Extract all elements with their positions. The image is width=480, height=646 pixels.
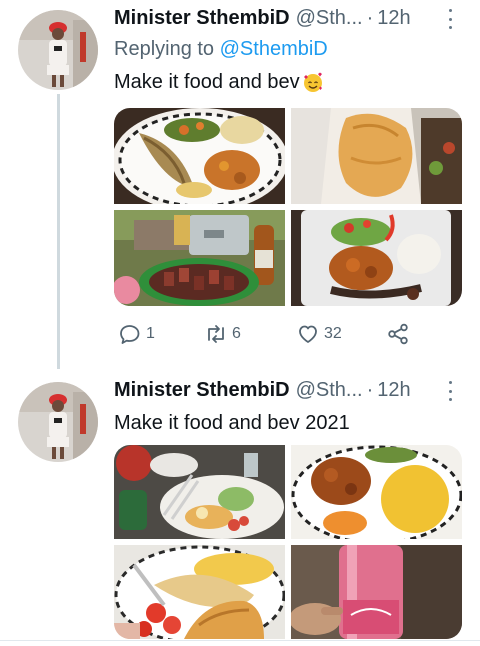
reply-count: 1 [146, 325, 155, 342]
photo-grid [114, 445, 462, 639]
reply-icon [120, 325, 140, 344]
like-count: 32 [324, 325, 342, 342]
retweet-count: 6 [232, 325, 241, 342]
timestamp[interactable]: 12h [377, 7, 410, 30]
more-options-icon[interactable] [442, 381, 458, 401]
tweet[interactable]: Minister SthembiD @Sth... · 12h Replying… [0, 0, 480, 369]
tweet-actions: 1 6 32 [114, 320, 414, 348]
photo-omelette[interactable] [291, 108, 462, 204]
share-icon [388, 323, 408, 345]
tweet[interactable]: Minister SthembiD @Sth... · 12h Make it … [0, 365, 480, 646]
retweet-icon [208, 325, 224, 343]
tweet-text-content: Make it food and bev 2021 [114, 411, 350, 434]
separator-dot: · [366, 378, 374, 401]
photo-pink-wine-bottle[interactable] [291, 545, 462, 639]
replying-to: Replying to @SthembiD [114, 38, 462, 62]
separator-dot: · [366, 6, 374, 29]
smiling-face-with-hearts-icon [302, 71, 324, 93]
retweet-button[interactable]: 6 [204, 322, 241, 346]
tweet-text: Make it food and bev [114, 69, 462, 95]
photo-curry-rice-salad[interactable] [291, 210, 462, 306]
timestamp[interactable]: 12h [377, 379, 410, 402]
photo-croissant-breakfast[interactable] [114, 545, 285, 639]
tweet-header: Minister SthembiD @Sth... · 12h [114, 377, 462, 403]
photo-grid [114, 108, 462, 306]
replying-handle-link[interactable]: @SthembiD [220, 38, 328, 60]
thread-connector-line [57, 94, 60, 369]
more-options-icon[interactable] [442, 9, 458, 29]
reply-button[interactable]: 1 [118, 322, 155, 346]
tweet-text-content: Make it food and bev [114, 70, 300, 93]
like-button[interactable]: 32 [296, 322, 342, 346]
avatar[interactable] [18, 10, 98, 90]
photo-fish-vegetables[interactable] [114, 108, 285, 204]
photo-breakfast-table[interactable] [114, 445, 285, 539]
avatar[interactable] [18, 382, 98, 462]
user-handle[interactable]: @Sth... [296, 7, 363, 30]
replying-prefix: Replying to [114, 38, 220, 60]
display-name[interactable]: Minister SthembiD [114, 7, 290, 30]
share-button[interactable] [386, 322, 410, 346]
heart-icon [299, 325, 317, 343]
user-handle[interactable]: @Sth... [296, 379, 363, 402]
photo-curry-yellow-rice[interactable] [291, 445, 462, 539]
display-name[interactable]: Minister SthembiD [114, 379, 290, 402]
divider [0, 640, 480, 641]
tweet-header: Minister SthembiD @Sth... · 12h [114, 5, 462, 31]
photo-braai-meat-beer[interactable] [114, 210, 285, 306]
tweet-text: Make it food and bev 2021 [114, 410, 462, 436]
